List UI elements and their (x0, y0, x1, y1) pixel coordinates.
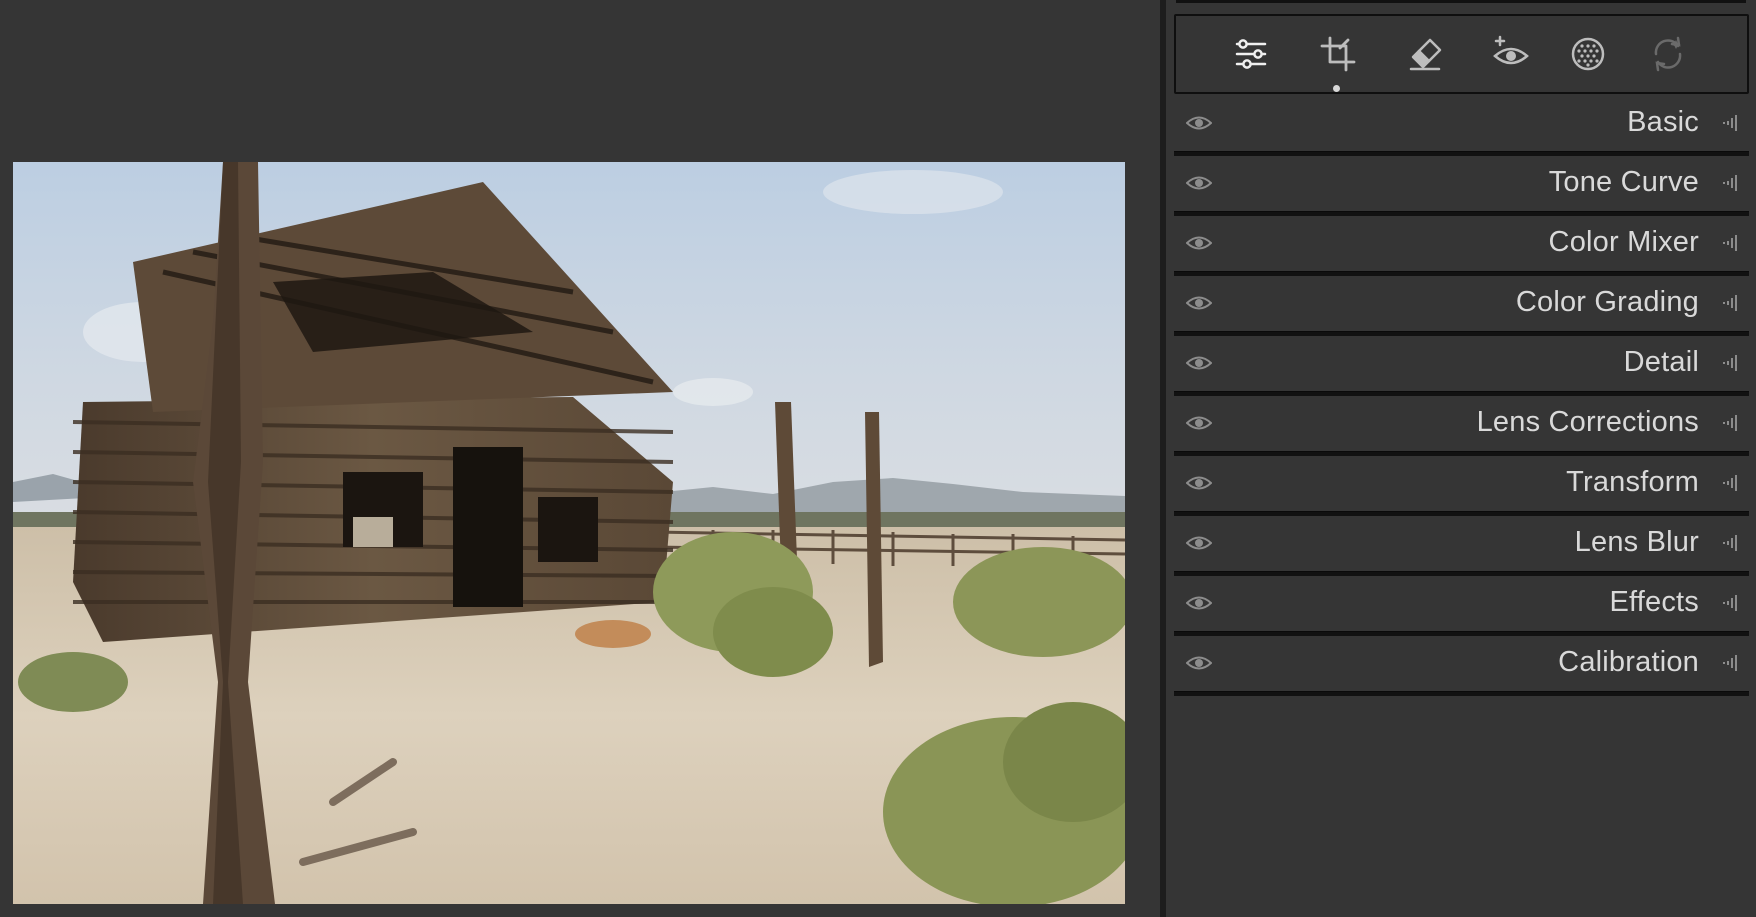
section-label: Calibration (1558, 646, 1699, 678)
section-label: Lens Corrections (1476, 406, 1699, 438)
app-window: Basic Tone Curve Color Mixer Color Gradi… (0, 0, 1756, 917)
edit-sections-list: Basic Tone Curve Color Mixer Color Gradi… (1174, 96, 1749, 696)
eraser-icon[interactable] (1403, 32, 1447, 76)
visibility-eye-icon[interactable] (1184, 232, 1214, 254)
section-tone-curve[interactable]: Tone Curve (1174, 156, 1749, 216)
crop-icon[interactable] (1316, 32, 1360, 76)
section-lens-blur[interactable]: Lens Blur (1174, 516, 1749, 576)
section-calibration[interactable]: Calibration (1174, 636, 1749, 696)
section-label: Tone Curve (1548, 166, 1699, 198)
collapse-triangle-icon[interactable] (1717, 351, 1743, 375)
visibility-eye-icon[interactable] (1184, 292, 1214, 314)
visibility-eye-icon[interactable] (1184, 352, 1214, 374)
photo-image (13, 162, 1125, 904)
section-label: Basic (1627, 106, 1699, 138)
edit-panel: Basic Tone Curve Color Mixer Color Gradi… (1166, 0, 1756, 917)
panel-top-edge (1176, 0, 1746, 3)
active-tool-indicator (1333, 85, 1340, 92)
collapse-triangle-icon[interactable] (1717, 651, 1743, 675)
section-basic[interactable]: Basic (1174, 96, 1749, 156)
section-effects[interactable]: Effects (1174, 576, 1749, 636)
masking-icon[interactable] (1566, 32, 1610, 76)
section-color-grading[interactable]: Color Grading (1174, 276, 1749, 336)
collapse-triangle-icon[interactable] (1717, 291, 1743, 315)
section-lens-corrections[interactable]: Lens Corrections (1174, 396, 1749, 456)
section-label: Effects (1609, 586, 1699, 618)
collapse-triangle-icon[interactable] (1717, 231, 1743, 255)
visibility-eye-icon[interactable] (1184, 652, 1214, 674)
section-label: Color Grading (1515, 286, 1699, 318)
collapse-triangle-icon[interactable] (1717, 411, 1743, 435)
section-label: Lens Blur (1574, 526, 1699, 558)
visibility-eye-icon[interactable] (1184, 592, 1214, 614)
visibility-eye-icon[interactable] (1184, 472, 1214, 494)
collapse-triangle-icon[interactable] (1717, 531, 1743, 555)
section-label: Transform (1566, 466, 1699, 498)
visibility-eye-icon[interactable] (1184, 112, 1214, 134)
section-transform[interactable]: Transform (1174, 456, 1749, 516)
collapse-triangle-icon[interactable] (1717, 171, 1743, 195)
collapse-triangle-icon[interactable] (1717, 591, 1743, 615)
section-detail[interactable]: Detail (1174, 336, 1749, 396)
section-separator (1174, 691, 1749, 696)
visibility-eye-icon[interactable] (1184, 412, 1214, 434)
photo-preview[interactable] (13, 162, 1125, 904)
visibility-eye-icon[interactable] (1184, 172, 1214, 194)
section-color-mixer[interactable]: Color Mixer (1174, 216, 1749, 276)
red-eye-icon[interactable] (1489, 32, 1533, 76)
section-label: Color Mixer (1548, 226, 1699, 258)
visibility-eye-icon[interactable] (1184, 532, 1214, 554)
edit-sliders-icon[interactable] (1229, 32, 1273, 76)
tool-strip (1174, 14, 1749, 94)
photo-canvas-area (0, 0, 1160, 917)
section-label: Detail (1623, 346, 1699, 378)
collapse-triangle-icon[interactable] (1717, 111, 1743, 135)
presets-icon[interactable] (1646, 32, 1690, 76)
collapse-triangle-icon[interactable] (1717, 471, 1743, 495)
